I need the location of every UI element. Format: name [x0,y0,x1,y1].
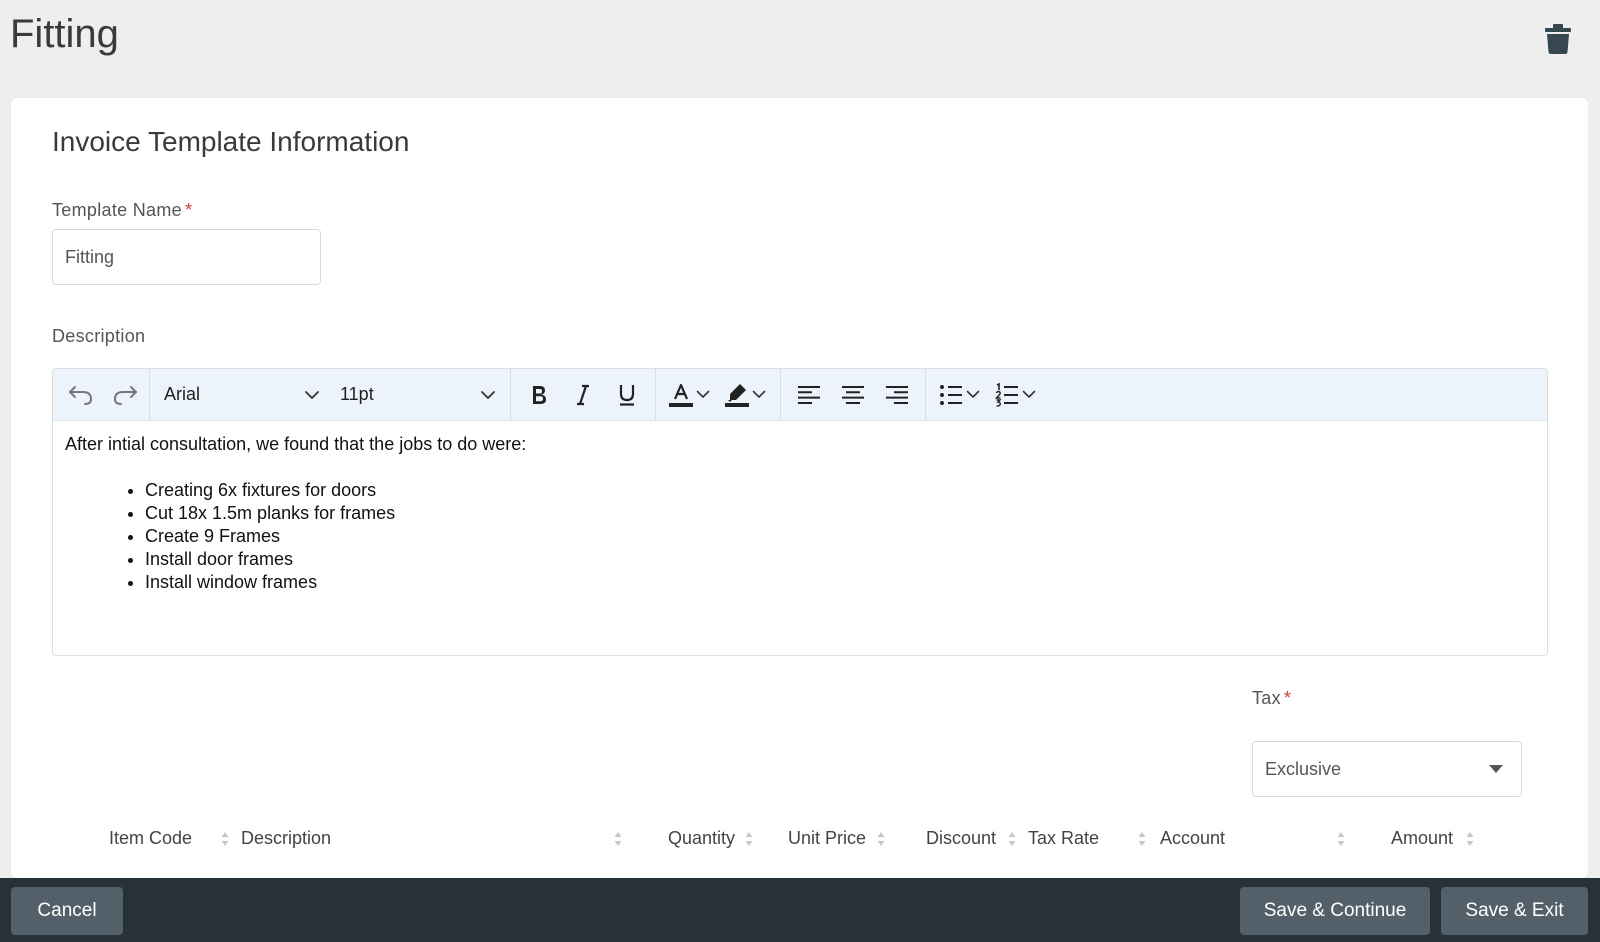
bold-icon [533,385,546,404]
job-list: Creating 6x fixtures for doors Cut 18x 1… [145,479,1535,594]
sort-icon[interactable] [220,830,230,848]
highlight-dropdown[interactable] [748,390,770,399]
bullet-list-dropdown[interactable] [962,390,984,399]
sort-icon[interactable] [1007,830,1017,848]
sort-icon[interactable] [876,830,886,848]
caret-down-icon [1489,765,1503,773]
italic-button[interactable] [565,375,601,415]
tax-select-value: Exclusive [1265,758,1342,779]
template-name-input[interactable] [52,229,321,285]
align-left-icon [798,385,820,404]
chevron-down-icon [481,390,495,399]
numbered-list-icon [995,382,1018,407]
text-color-icon [669,383,693,407]
column-header-quantity[interactable]: Quantity [668,818,735,858]
column-header-unit-price[interactable]: Unit Price [788,818,866,858]
color-group [656,369,781,420]
sort-icon[interactable] [1137,830,1147,848]
cancel-button[interactable]: Cancel [11,887,123,935]
redo-button[interactable] [107,375,143,415]
sort-icon[interactable] [744,830,754,848]
chevron-down-icon [966,390,980,398]
italic-icon [577,384,589,405]
undo-icon [69,385,93,405]
sort-icon[interactable] [1336,830,1346,848]
font-family-value: Arial [164,384,201,404]
chevron-down-icon [752,390,766,398]
list-item: Create 9 Frames [145,525,1535,548]
redo-icon [113,385,137,405]
column-header-description[interactable]: Description [241,818,331,858]
description-intro: After intial consultation, we found that… [65,434,527,454]
invoice-template-card: Invoice Template Information Template Na… [11,98,1588,878]
list-item: Install door frames [145,548,1535,571]
column-header-amount[interactable]: Amount [1391,818,1453,858]
sort-icon[interactable] [1465,830,1475,848]
tax-label-text: Tax [1252,688,1281,708]
align-right-icon [886,385,908,404]
align-center-button[interactable] [835,375,871,415]
font-group: Arial 11pt [150,369,511,420]
history-group [53,369,150,420]
editor-toolbar: Arial 11pt [53,369,1547,421]
tax-select[interactable]: Exclusive [1252,741,1522,797]
list-item: Install window frames [145,571,1535,594]
chevron-down-icon [1022,390,1036,398]
undo-button[interactable] [63,375,99,415]
column-header-discount[interactable]: Discount [926,818,996,858]
align-group [781,369,926,420]
list-item: Cut 18x 1.5m planks for frames [145,502,1535,525]
column-header-tax-rate[interactable]: Tax Rate [1028,818,1099,858]
chevron-down-icon [696,390,710,398]
tax-label: Tax * [1252,688,1291,709]
font-family-select[interactable]: Arial [154,375,330,415]
required-mark: * [1283,688,1292,708]
list-group [926,369,1050,420]
description-editor: Arial 11pt After intial consultation, we… [52,368,1548,656]
save-exit-button[interactable]: Save & Exit [1441,887,1588,935]
bold-button[interactable] [521,375,557,415]
numbered-list-dropdown[interactable] [1018,390,1040,399]
underline-button[interactable] [609,375,645,415]
list-item: Creating 6x fixtures for doors [145,479,1535,502]
font-size-select[interactable]: 11pt [330,375,506,415]
delete-button[interactable] [1542,22,1574,56]
trash-icon [1545,24,1571,54]
font-size-value: 11pt [340,384,374,404]
column-header-account[interactable]: Account [1160,818,1225,858]
column-header-item-code[interactable]: Item Code [109,818,192,858]
sort-icon[interactable] [613,830,623,848]
underline-icon [619,384,635,406]
align-center-icon [842,385,864,404]
description-label: Description [52,326,146,346]
align-right-button[interactable] [879,375,915,415]
page-title: Fitting [10,12,119,56]
chevron-down-icon [305,390,319,399]
save-continue-button[interactable]: Save & Continue [1240,887,1430,935]
template-name-label-text: Template Name [52,200,182,220]
bullet-list-icon [940,384,962,405]
required-mark: * [184,200,193,220]
footer-bar: Cancel Save & Continue Save & Exit [0,878,1600,942]
highlight-icon [725,383,749,407]
items-table-header: Item Code Description Quantity Unit Pric… [11,818,1588,858]
text-color-dropdown[interactable] [692,390,714,399]
section-title: Invoice Template Information [52,126,410,157]
template-name-label: Template Name * [52,200,192,221]
align-left-button[interactable] [791,375,827,415]
editor-content[interactable]: After intial consultation, we found that… [53,421,1547,606]
format-group [511,369,656,420]
